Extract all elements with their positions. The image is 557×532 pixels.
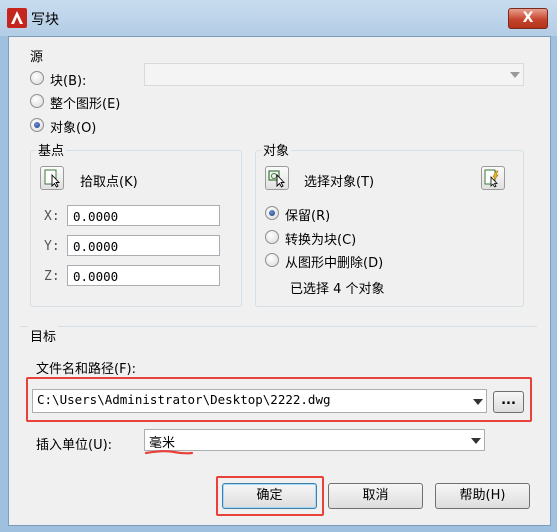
window-title: 写块 — [31, 12, 59, 28]
chevron-down-icon — [471, 438, 481, 444]
ok-button[interactable]: 确定 — [222, 483, 317, 509]
source-group-label: 源 — [28, 46, 46, 65]
destination-group-label: 目标 — [28, 326, 59, 345]
radio-entire-drawing-label: 整个图形(E) — [50, 97, 121, 112]
base-point-group-label: 基点 — [36, 140, 67, 159]
x-coordinate-input[interactable]: 0.0000 — [67, 205, 220, 226]
z-coordinate-input[interactable]: 0.0000 — [67, 265, 220, 286]
radio-delete-from-drawing-label: 从图形中删除(D) — [285, 256, 384, 271]
radio-objects-label: 对象(O) — [50, 121, 97, 136]
radio-retain-label: 保留(R) — [285, 209, 331, 224]
quick-select-button[interactable] — [481, 166, 505, 190]
y-coordinate-input[interactable]: 0.0000 — [67, 235, 220, 256]
browse-button[interactable]: ... — [493, 391, 524, 413]
radio-convert-to-block[interactable] — [265, 230, 279, 244]
chevron-down-icon — [473, 399, 483, 405]
radio-convert-to-block-label: 转换为块(C) — [285, 233, 357, 248]
radio-entire-drawing[interactable] — [30, 94, 44, 108]
close-button[interactable]: X — [508, 8, 548, 29]
red-underline-mark — [144, 450, 194, 455]
cancel-button[interactable]: 取消 — [328, 483, 423, 509]
radio-retain[interactable] — [265, 206, 279, 220]
file-path-combo[interactable]: C:\Users\Administrator\Desktop\2222.dwg — [32, 389, 487, 413]
autocad-app-icon — [7, 8, 27, 28]
pick-point-button[interactable] — [40, 166, 64, 190]
y-label: Y: — [44, 239, 60, 254]
radio-block[interactable] — [30, 71, 44, 85]
block-name-dropdown[interactable] — [144, 63, 524, 86]
file-path-label: 文件名和路径(F): — [36, 362, 137, 377]
selected-count-text: 已选择 4 个对象 — [290, 282, 385, 297]
x-label: X: — [44, 209, 60, 224]
select-objects-icon — [268, 170, 286, 188]
title-bar — [0, 0, 557, 36]
radio-objects[interactable] — [30, 118, 44, 132]
pick-point-icon — [44, 169, 61, 188]
radio-block-label: 块(B): — [50, 74, 87, 89]
quick-select-icon — [484, 169, 499, 188]
insert-units-label: 插入单位(U): — [36, 438, 113, 453]
z-label: Z: — [44, 269, 60, 284]
select-objects-button[interactable] — [265, 166, 289, 190]
radio-delete-from-drawing[interactable] — [265, 253, 279, 267]
help-button[interactable]: 帮助(H) — [435, 483, 530, 509]
objects-group-label: 对象 — [261, 140, 292, 159]
pick-point-label: 拾取点(K) — [80, 175, 138, 190]
chevron-down-icon — [510, 72, 520, 78]
select-objects-label: 选择对象(T) — [304, 175, 375, 190]
file-path-value: C:\Users\Administrator\Desktop\2222.dwg — [37, 392, 331, 407]
